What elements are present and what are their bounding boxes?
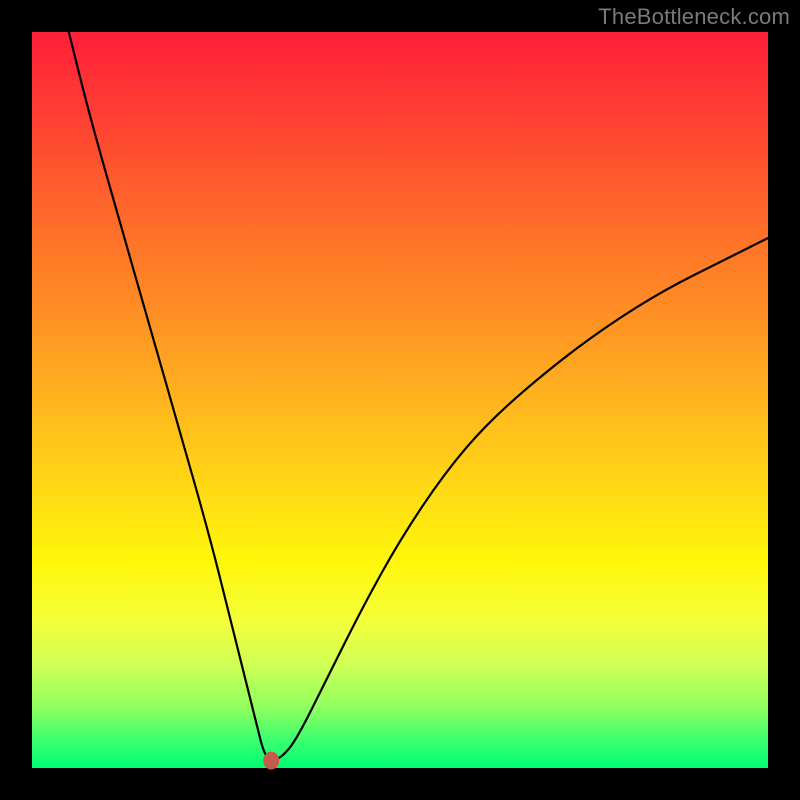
plot-area xyxy=(32,32,768,768)
watermark-text: TheBottleneck.com xyxy=(598,4,790,30)
bottleneck-curve xyxy=(69,32,768,759)
chart-frame: TheBottleneck.com xyxy=(0,0,800,800)
min-marker xyxy=(263,752,279,770)
plot-svg xyxy=(32,32,768,768)
